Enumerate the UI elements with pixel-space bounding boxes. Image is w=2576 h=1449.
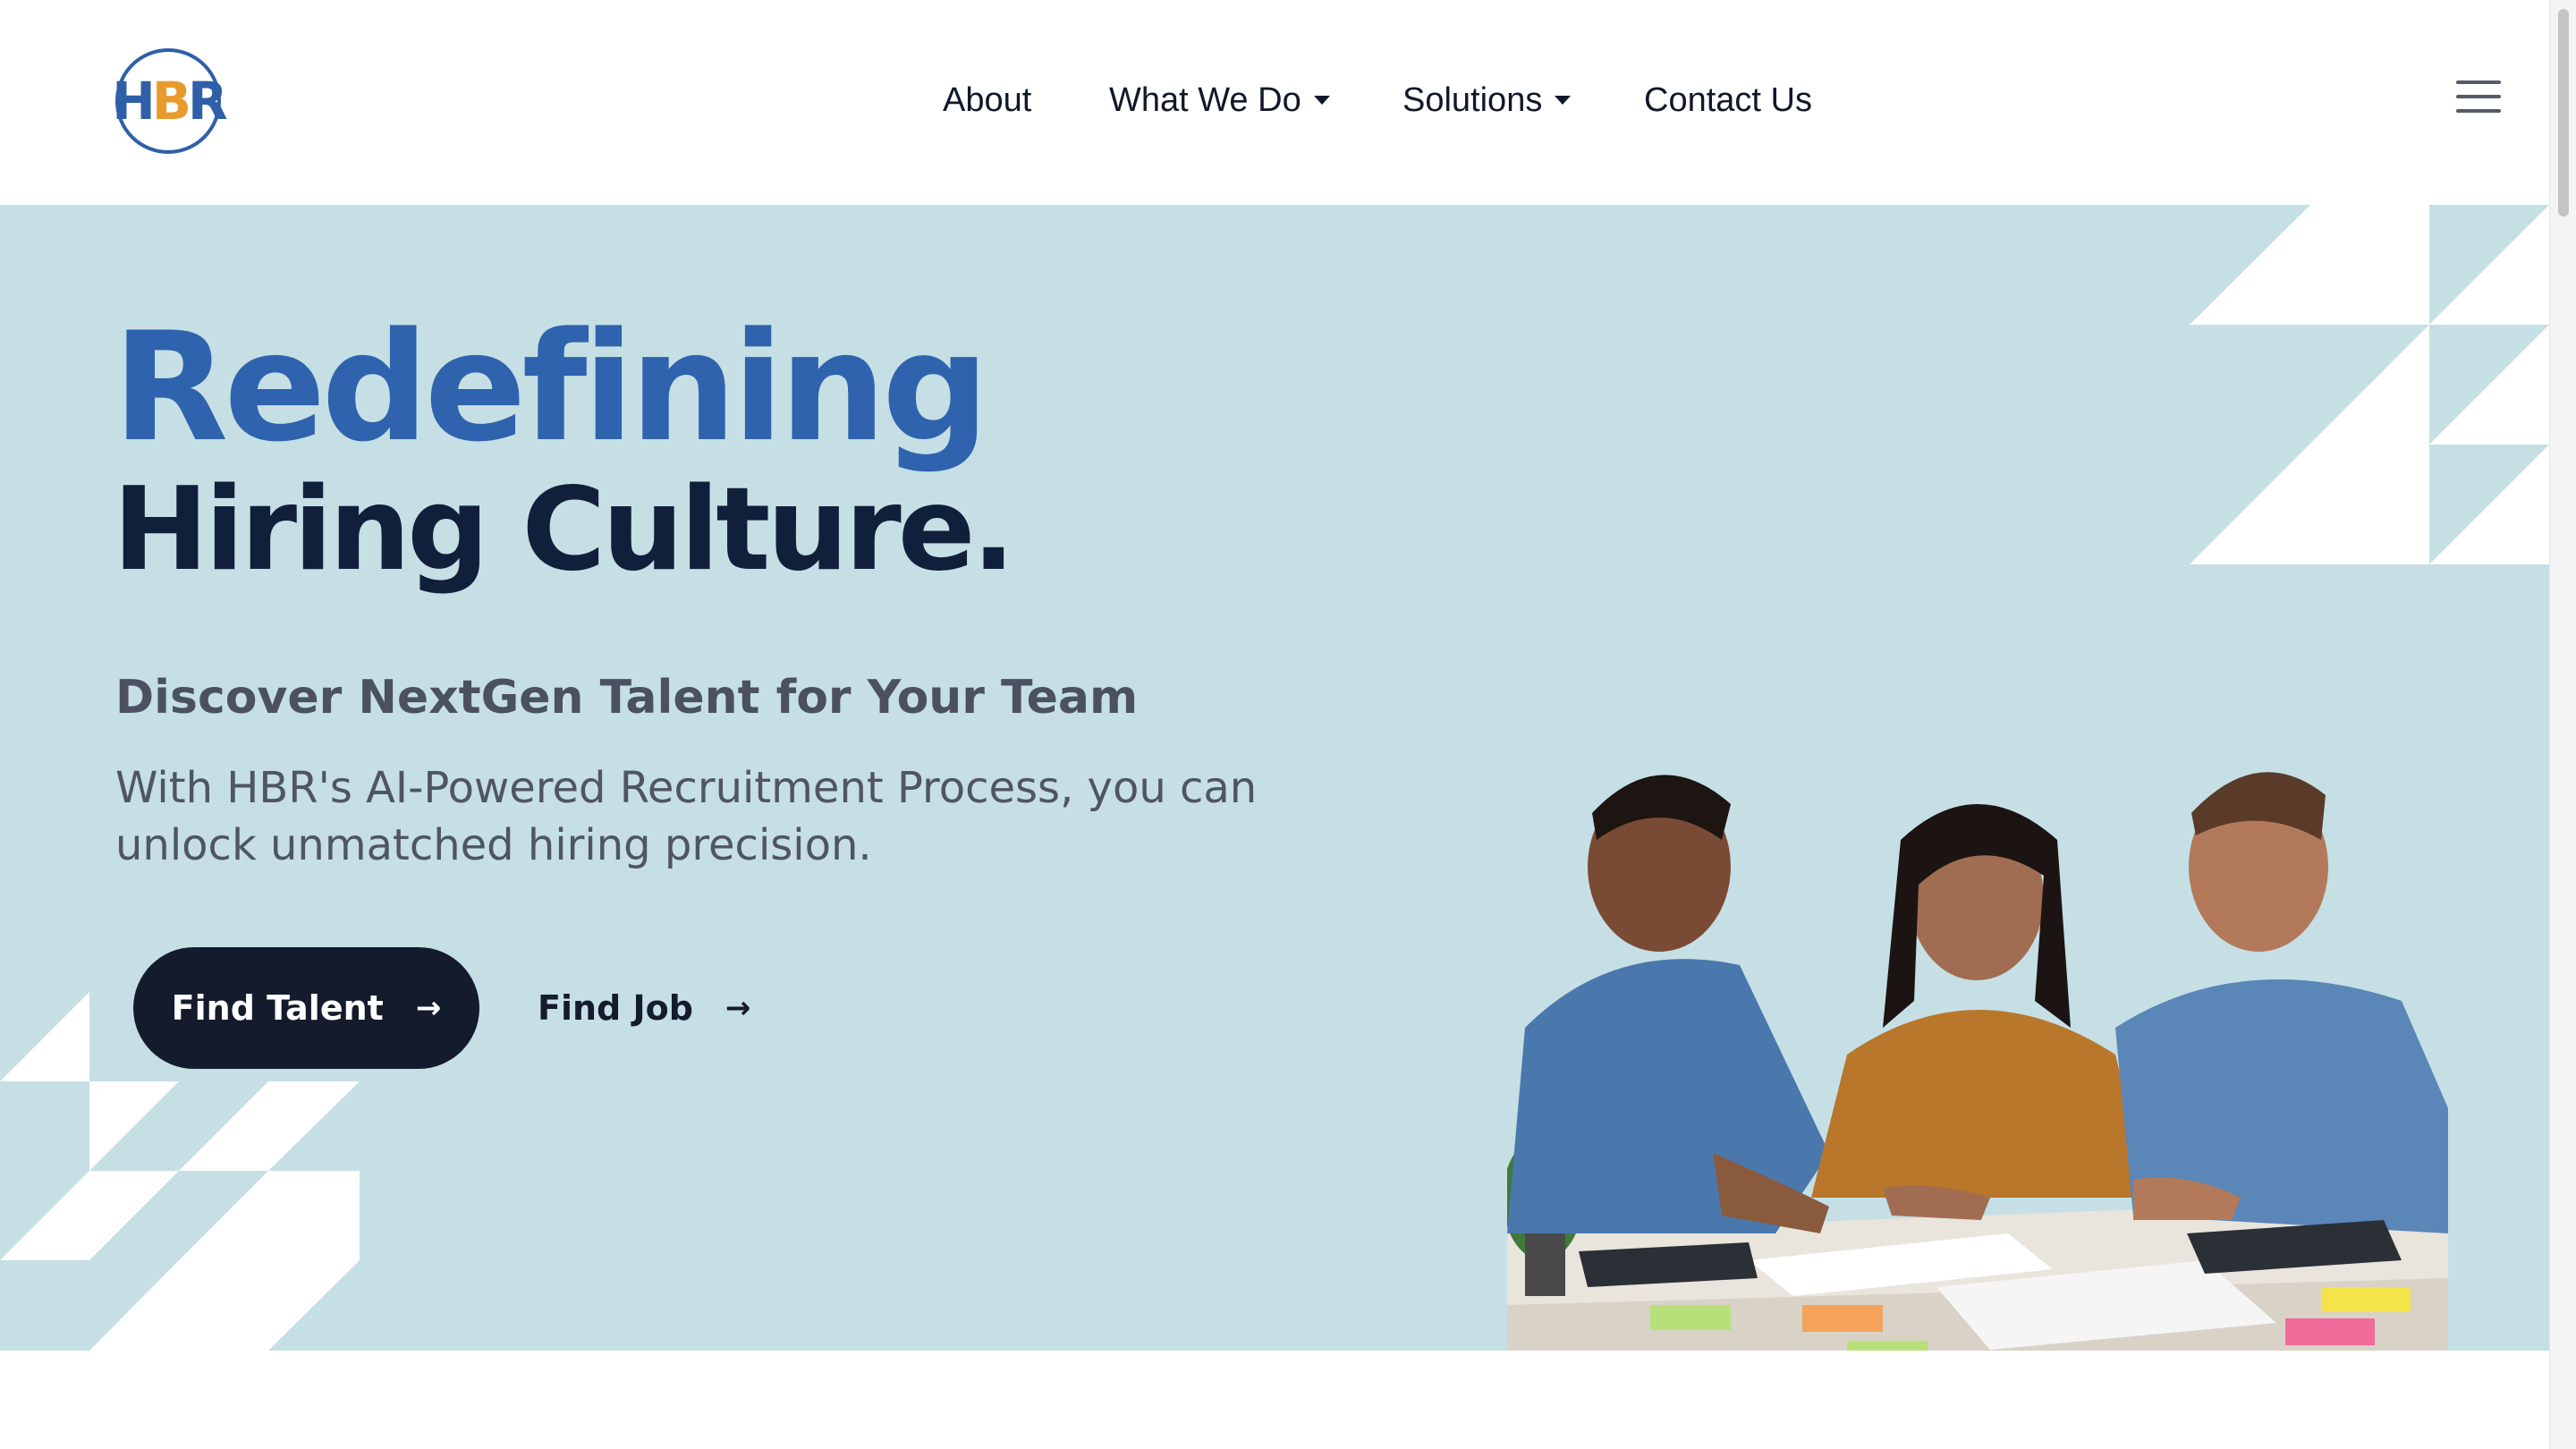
arrow-right-icon: →: [724, 990, 751, 1026]
nav-item-label: What We Do: [1109, 80, 1301, 119]
nav-item-about[interactable]: About: [943, 75, 1031, 125]
hero-subheading: Discover NextGen Talent for Your Team: [115, 671, 1139, 724]
hero-headline-primary: Redefining: [113, 300, 989, 475]
page: HBR About What We Do Solutions Contact U…: [0, 0, 2576, 1449]
find-talent-label: Find Talent: [171, 988, 384, 1028]
nav-item-label: Solutions: [1402, 80, 1543, 119]
chevron-down-icon: [1313, 96, 1330, 105]
hero-section: Redefining Hiring Culture. Discover Next…: [0, 205, 2549, 1351]
vertical-scrollbar[interactable]: [2549, 0, 2576, 1449]
nav-item-solutions[interactable]: Solutions: [1402, 75, 1572, 125]
team-collaboration-photo: [1507, 733, 2448, 1351]
arrow-right-icon: →: [415, 990, 442, 1026]
logo-letter-b: B: [151, 71, 191, 131]
nav-item-label: About: [943, 80, 1032, 119]
nav-item-what-we-do[interactable]: What We Do: [1109, 75, 1330, 125]
find-job-link[interactable]: Find Job →: [538, 974, 750, 1042]
find-job-label: Find Job: [538, 988, 693, 1028]
find-talent-button[interactable]: Find Talent →: [133, 947, 479, 1069]
site-header: HBR About What We Do Solutions Contact U…: [0, 0, 2549, 205]
logo-letter-h: H: [112, 71, 156, 131]
decorative-shapes-top-right: [2190, 205, 2549, 564]
nav-item-contact-us[interactable]: Contact Us: [1644, 75, 1812, 125]
hero-headline-secondary: Hiring Culture.: [113, 463, 1015, 597]
logo-wordmark: HBR: [112, 75, 227, 127]
scrollbar-thumb[interactable]: [2558, 9, 2569, 216]
hamburger-icon[interactable]: [2456, 80, 2501, 113]
logo-letter-r: R: [188, 71, 228, 131]
hero-description: With HBR's AI-Powered Recruitment Proces…: [115, 763, 1258, 870]
hbr-logo[interactable]: HBR: [112, 48, 228, 154]
nav-item-label: Contact Us: [1644, 80, 1812, 119]
chevron-down-icon: [1555, 96, 1572, 105]
